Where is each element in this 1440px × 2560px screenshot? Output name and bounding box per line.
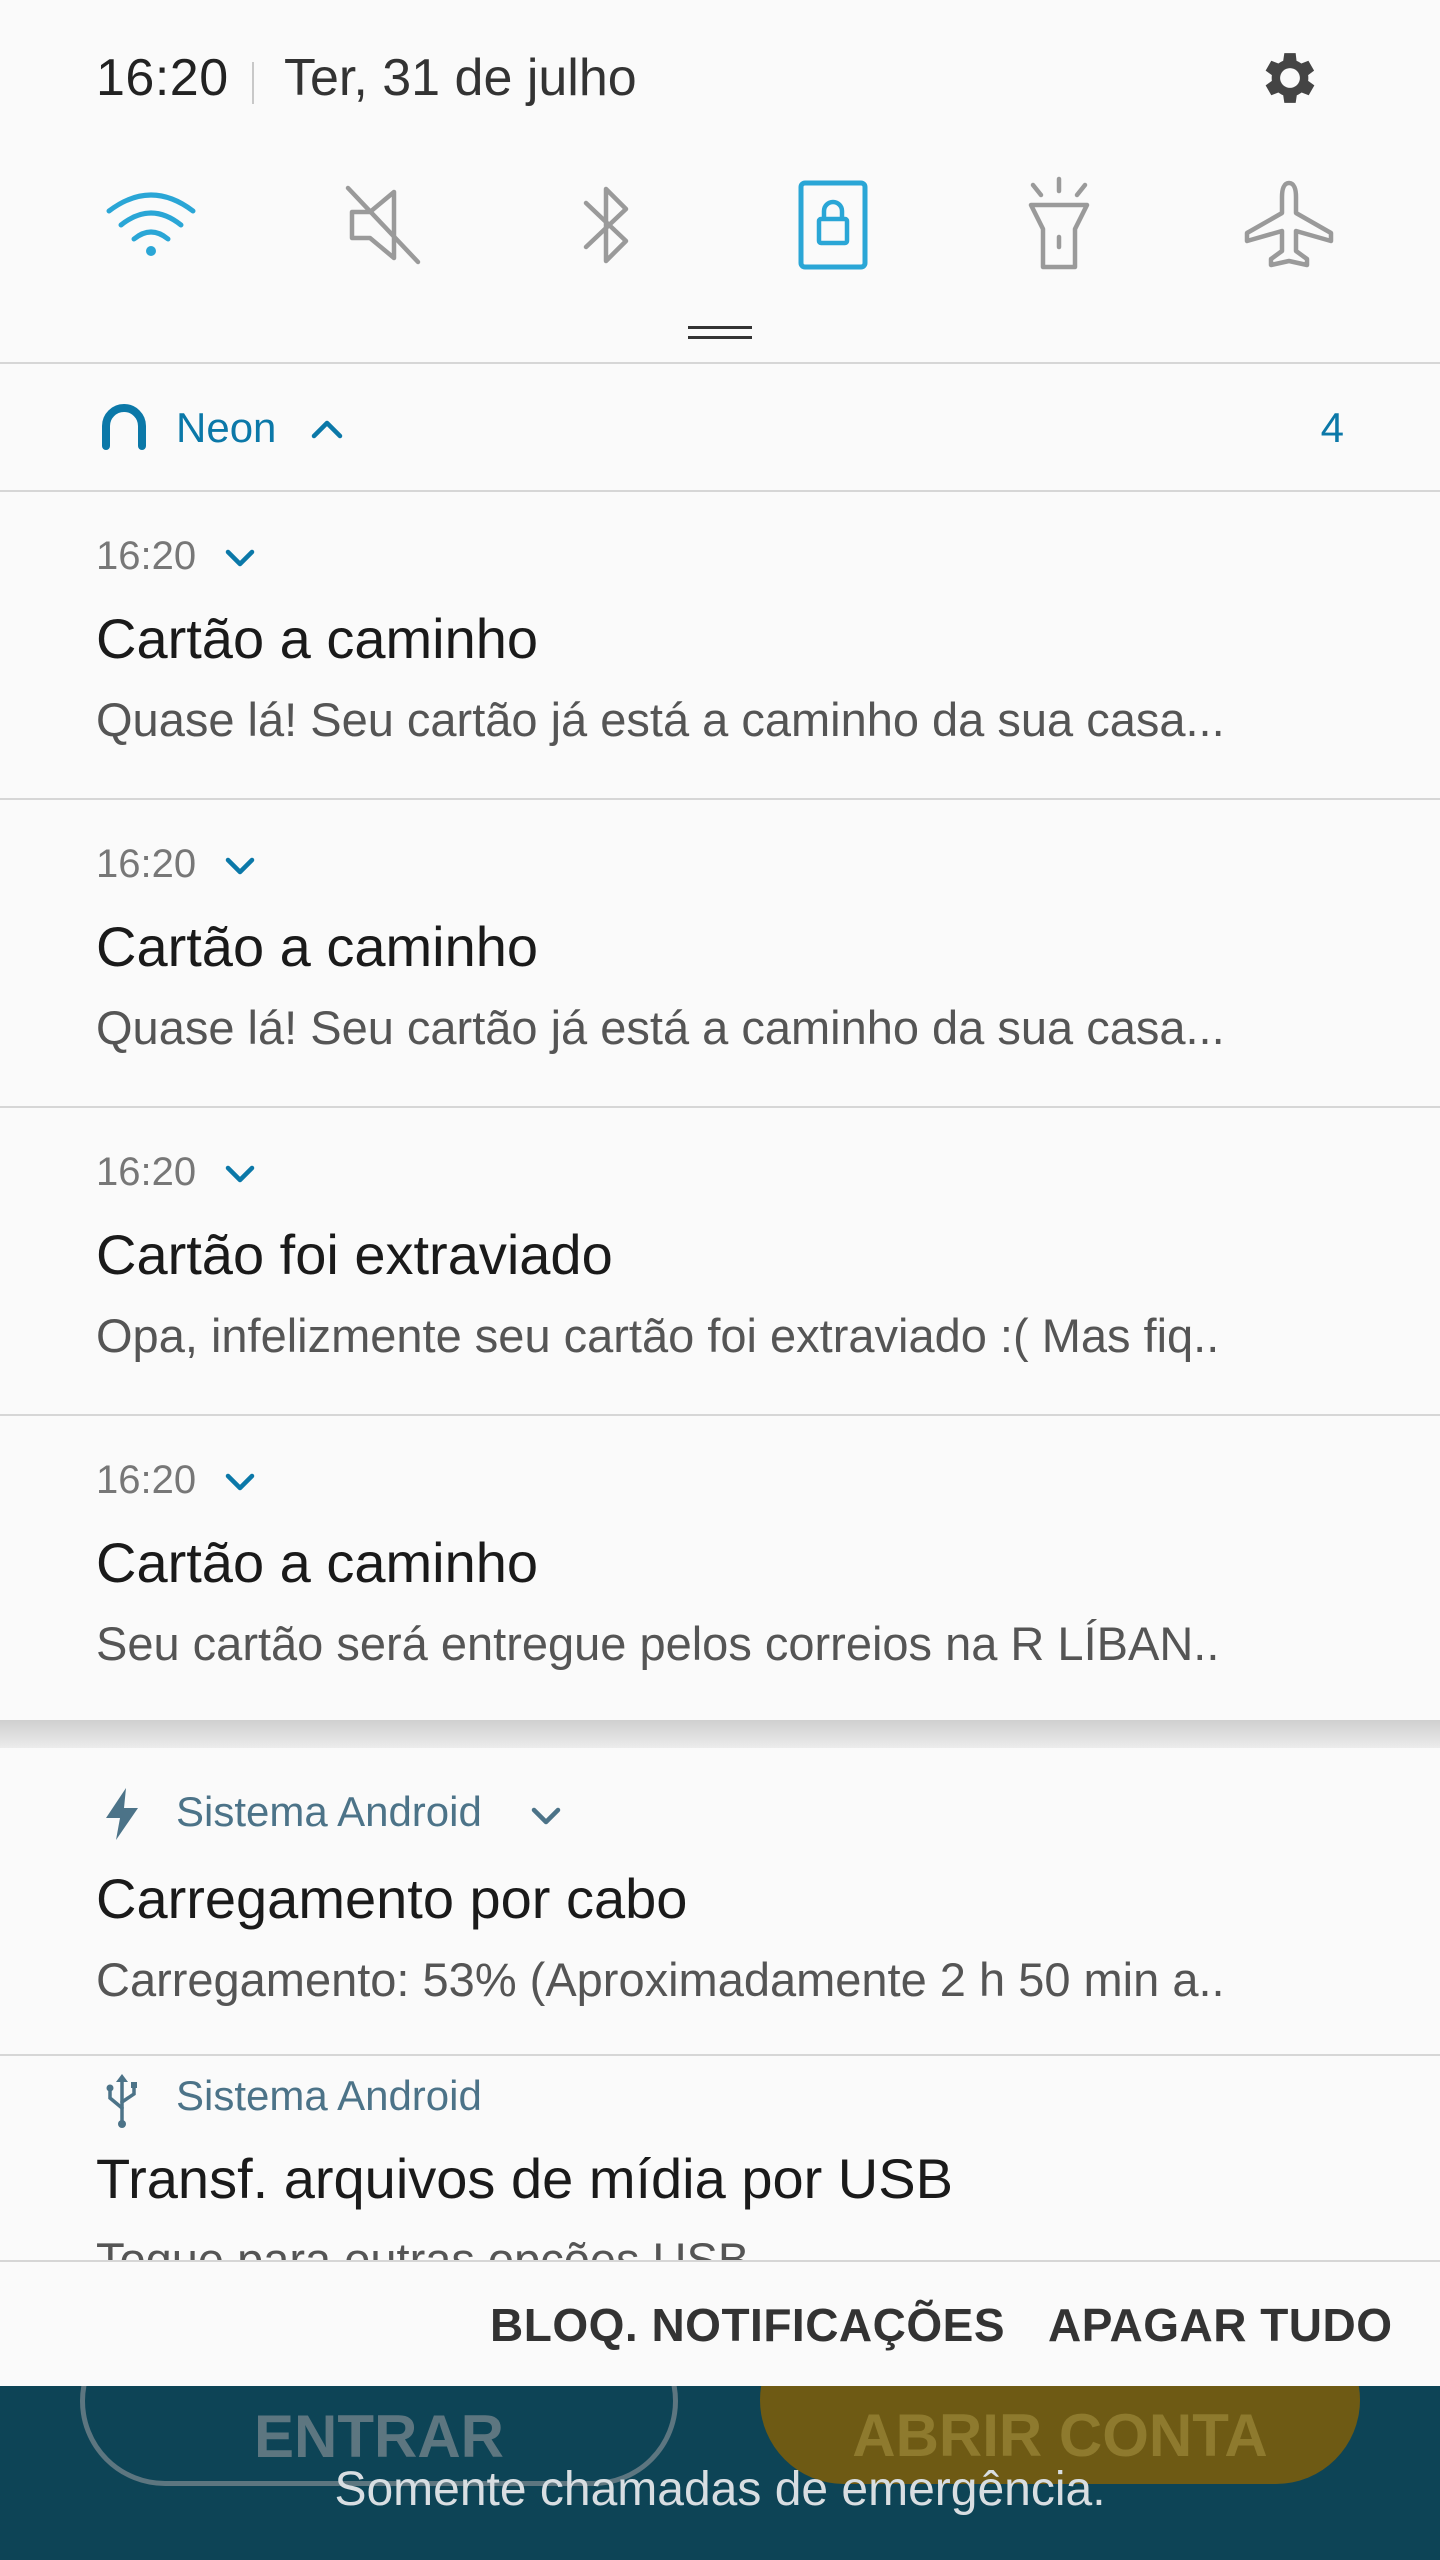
- chevron-down-icon[interactable]: [222, 1160, 258, 1188]
- notification-title: Cartão foi extraviado: [96, 1223, 613, 1286]
- flashlight-toggle[interactable]: [1004, 170, 1114, 280]
- notification-title: Cartão a caminho: [96, 1531, 539, 1594]
- app-name: Sistema Android: [176, 2072, 482, 2119]
- notification-time: 16:20: [96, 842, 197, 886]
- wifi-icon: [106, 192, 196, 256]
- notification-time: 16:20: [96, 534, 197, 578]
- gear-icon[interactable]: [1256, 44, 1324, 112]
- charging-notification[interactable]: Sistema Android Carregamento por cabo Ca…: [0, 1748, 1440, 2054]
- screen-lock-toggle[interactable]: [778, 170, 888, 280]
- notification-body: Opa, infelizmente seu cartão foi extravi…: [96, 1309, 1220, 1362]
- airplane-toggle[interactable]: [1234, 170, 1344, 280]
- notification-item[interactable]: 16:20 Cartão a caminho Quase lá! Seu car…: [0, 492, 1440, 798]
- chevron-down-icon[interactable]: [222, 544, 258, 572]
- usb-icon: [106, 2074, 137, 2128]
- screen-lock-icon: [798, 180, 868, 270]
- group-divider: [0, 1720, 1440, 1748]
- charging-bolt-icon: [106, 1788, 138, 1840]
- chevron-down-icon[interactable]: [222, 852, 258, 880]
- flashlight-icon: [1028, 176, 1090, 270]
- divider: [252, 62, 254, 104]
- sound-toggle[interactable]: [328, 170, 438, 280]
- notification-time: 16:20: [96, 1458, 197, 1502]
- notification-body: Quase lá! Seu cartão já está a caminho d…: [96, 1001, 1225, 1054]
- notification-item[interactable]: 16:20 Cartão a caminho Seu cartão será e…: [0, 1416, 1440, 1722]
- mute-icon: [345, 185, 421, 265]
- app-name: Sistema Android: [176, 1788, 482, 1835]
- notification-item[interactable]: 16:20 Cartão foi extraviado Opa, infeliz…: [0, 1108, 1440, 1414]
- neon-app-icon: [102, 404, 146, 450]
- notification-actions-bar: BLOQ. NOTIFICAÇÕES APAGAR TUDO: [0, 2260, 1440, 2386]
- bluetooth-icon: [583, 186, 629, 264]
- app-name: Neon: [176, 404, 277, 451]
- wifi-toggle[interactable]: [96, 170, 206, 280]
- bluetooth-toggle[interactable]: [552, 170, 662, 280]
- notification-title: Cartão a caminho: [96, 915, 539, 978]
- notification-body: Seu cartão será entregue pelos correios …: [96, 1617, 1220, 1670]
- airplane-icon: [1244, 180, 1334, 268]
- notification-time: 16:20: [96, 1150, 197, 1194]
- notification-title: Cartão a caminho: [96, 607, 539, 670]
- notification-title: Carregamento por cabo: [96, 1867, 688, 1930]
- notification-title: Transf. arquivos de mídia por USB: [96, 2147, 953, 2210]
- usb-notification[interactable]: Sistema Android Transf. arquivos de mídi…: [0, 2056, 1440, 2260]
- quick-panel: 16:20 Ter, 31 de julho: [0, 0, 1440, 362]
- notification-body: Toque para outras opções USB.: [96, 2233, 763, 2260]
- chevron-down-icon[interactable]: [528, 1802, 564, 1830]
- block-notifications-button[interactable]: BLOQ. NOTIFICAÇÕES: [490, 2298, 1005, 2352]
- neon-group-header[interactable]: Neon 4: [0, 364, 1440, 490]
- notification-item[interactable]: 16:20 Cartão a caminho Quase lá! Seu car…: [0, 800, 1440, 1106]
- date: Ter, 31 de julho: [284, 49, 637, 107]
- emergency-calls-text: Somente chamadas de emergência.: [334, 2463, 1106, 2516]
- notification-body: Carregamento: 53% (Aproximadamente 2 h 5…: [96, 1953, 1225, 2006]
- notification-count: 4: [1320, 404, 1344, 451]
- chevron-down-icon[interactable]: [222, 1468, 258, 1496]
- clear-all-button[interactable]: APAGAR TUDO: [1048, 2298, 1393, 2352]
- notification-body: Quase lá! Seu cartão já está a caminho d…: [96, 693, 1225, 746]
- lockscreen-peek: ENTRAR ABRIR CONTA Somente chamadas de e…: [0, 2386, 1440, 2560]
- drag-handle[interactable]: [688, 326, 752, 340]
- chevron-up-icon[interactable]: [306, 408, 348, 450]
- clock: 16:20: [96, 49, 229, 107]
